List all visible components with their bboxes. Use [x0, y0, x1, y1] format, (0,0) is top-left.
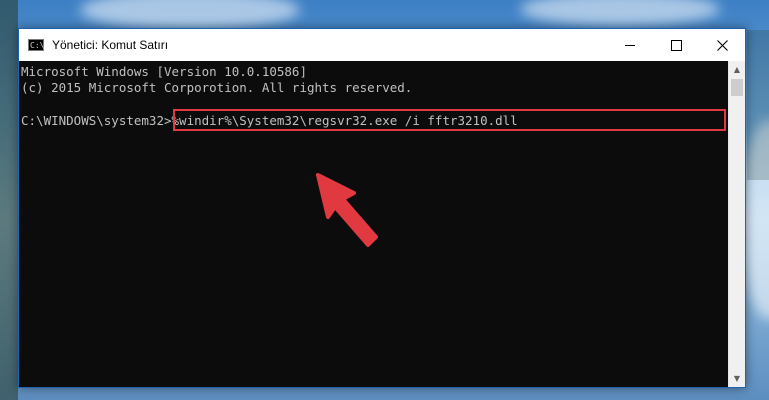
command-prompt-window[interactable]: C:\ Yönetici: Komut Satırı Microsoft Win… — [18, 28, 746, 388]
title-bar[interactable]: C:\ Yönetici: Komut Satırı — [19, 29, 745, 61]
desktop-cloud — [520, 0, 720, 26]
vertical-scrollbar[interactable]: ▲ ▼ — [728, 61, 745, 387]
pointer-arrow-icon — [316, 173, 378, 247]
scroll-up-icon[interactable]: ▲ — [729, 61, 745, 78]
maximize-button[interactable] — [653, 29, 699, 61]
desktop-palm-leaf — [747, 30, 769, 180]
desktop-cloud — [80, 0, 300, 30]
desktop-palm-leaf — [0, 0, 18, 400]
window-title: Yönetici: Komut Satırı — [52, 38, 169, 52]
close-button[interactable] — [699, 29, 745, 61]
console-line: (c) 2015 Microsoft Corporotion. All righ… — [21, 80, 413, 95]
command-highlight-box — [173, 109, 726, 131]
minimize-icon — [625, 44, 635, 46]
maximize-icon — [670, 39, 682, 51]
scroll-down-icon[interactable]: ▼ — [729, 370, 745, 387]
cmd-icon: C:\ — [28, 39, 45, 51]
console-line: Microsoft Windows [Version 10.0.10586] — [21, 64, 307, 79]
close-icon — [716, 39, 728, 51]
minimize-button[interactable] — [607, 29, 653, 61]
console-prompt: C:\WINDOWS\system32> — [21, 113, 172, 128]
scrollbar-thumb[interactable] — [731, 79, 743, 96]
console-output[interactable]: Microsoft Windows [Version 10.0.10586] (… — [19, 61, 730, 387]
